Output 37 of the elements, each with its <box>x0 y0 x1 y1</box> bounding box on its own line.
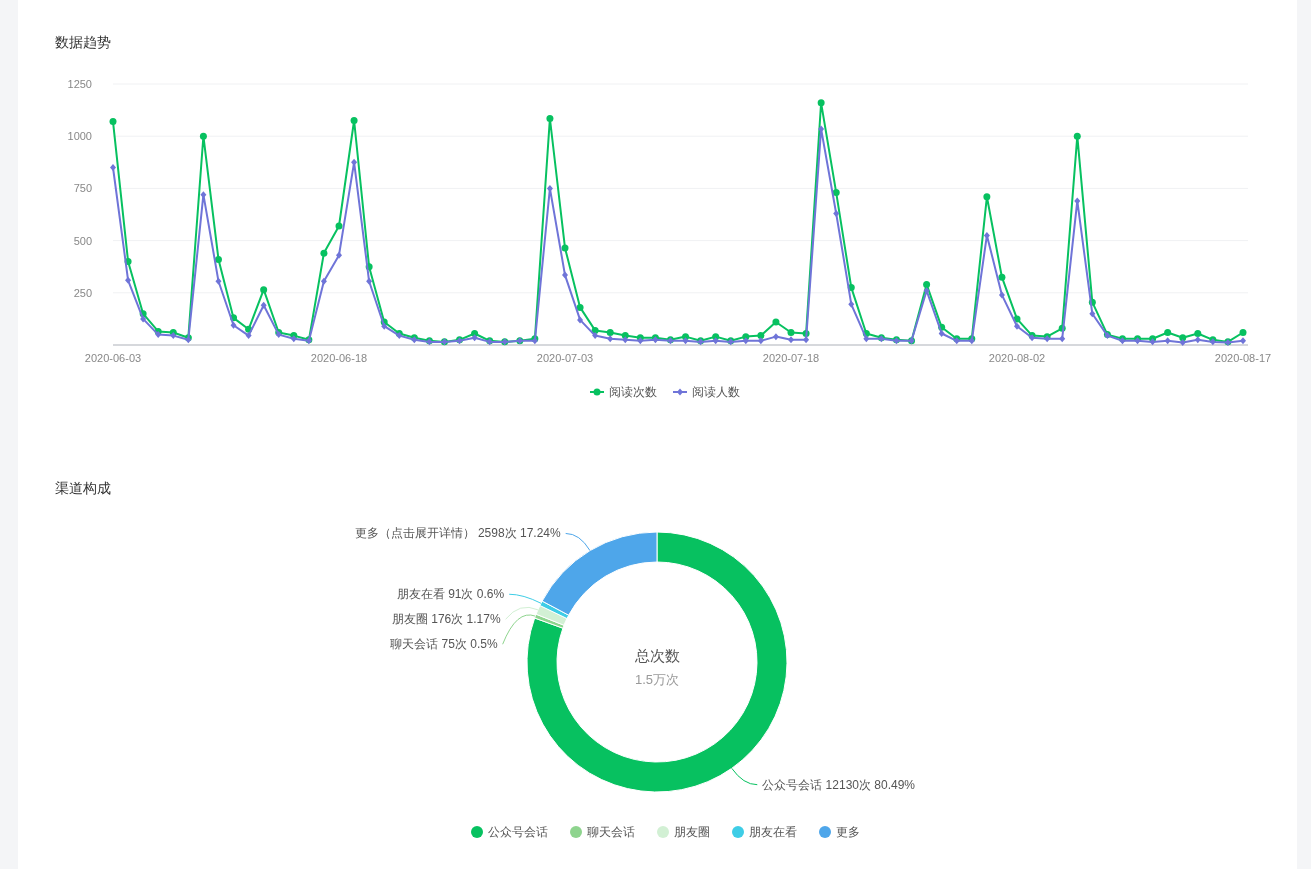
legend-label[interactable]: 聊天会话 <box>586 823 635 841</box>
leader-line <box>508 593 542 604</box>
center-value: 1.5万次 <box>634 672 680 687</box>
slice-label: 朋友圈 176次 1.17% <box>391 612 501 627</box>
axis-label: 2020-08-02 <box>988 352 1046 364</box>
legend-dot[interactable] <box>656 826 669 838</box>
legend-label[interactable]: 公众号会话 <box>487 823 548 841</box>
axis-label: 2020-07-03 <box>536 352 594 364</box>
leader-line <box>565 532 591 552</box>
legend-dot[interactable] <box>818 826 831 838</box>
slice-label: 朋友在看 91次 0.6% <box>396 587 505 602</box>
slice-label: 更多（点击展开详情） 2598次 17.24% <box>354 526 561 541</box>
axis-label: 2020-06-18 <box>310 352 368 364</box>
axis-label: 2020-08-17 <box>1214 352 1272 364</box>
section-title: 数据趋势 <box>55 33 111 52</box>
center-label: 总次数 <box>634 647 680 664</box>
legend-line-dot-icon[interactable] <box>590 388 604 396</box>
axis-label: 250 <box>73 286 92 299</box>
slice-label: 公众号会话 12130次 80.49% <box>762 777 916 792</box>
legend-label[interactable]: 阅读人数 <box>692 383 740 401</box>
legend-label[interactable]: 朋友圈 <box>673 823 710 841</box>
axis-label: 500 <box>73 234 92 247</box>
legend-dot[interactable] <box>470 826 483 838</box>
axis-label: 2020-06-03 <box>84 352 142 364</box>
legend-label[interactable]: 朋友在看 <box>748 823 797 841</box>
legend-label[interactable]: 阅读次数 <box>609 383 657 401</box>
axis-label: 750 <box>73 182 92 195</box>
legend-label[interactable]: 更多 <box>835 823 860 841</box>
axis-label: 2020-07-18 <box>762 352 820 364</box>
legend-dot[interactable] <box>569 826 582 838</box>
legend-line-diamond-icon[interactable] <box>673 388 687 396</box>
leader-line <box>731 767 758 786</box>
section-title: 渠道构成 <box>55 479 111 498</box>
slice-label: 聊天会话 75次 0.5% <box>390 637 498 652</box>
axis-label: 1000 <box>67 130 92 143</box>
legend-dot[interactable] <box>731 826 744 838</box>
axis-label: 1250 <box>67 78 92 90</box>
